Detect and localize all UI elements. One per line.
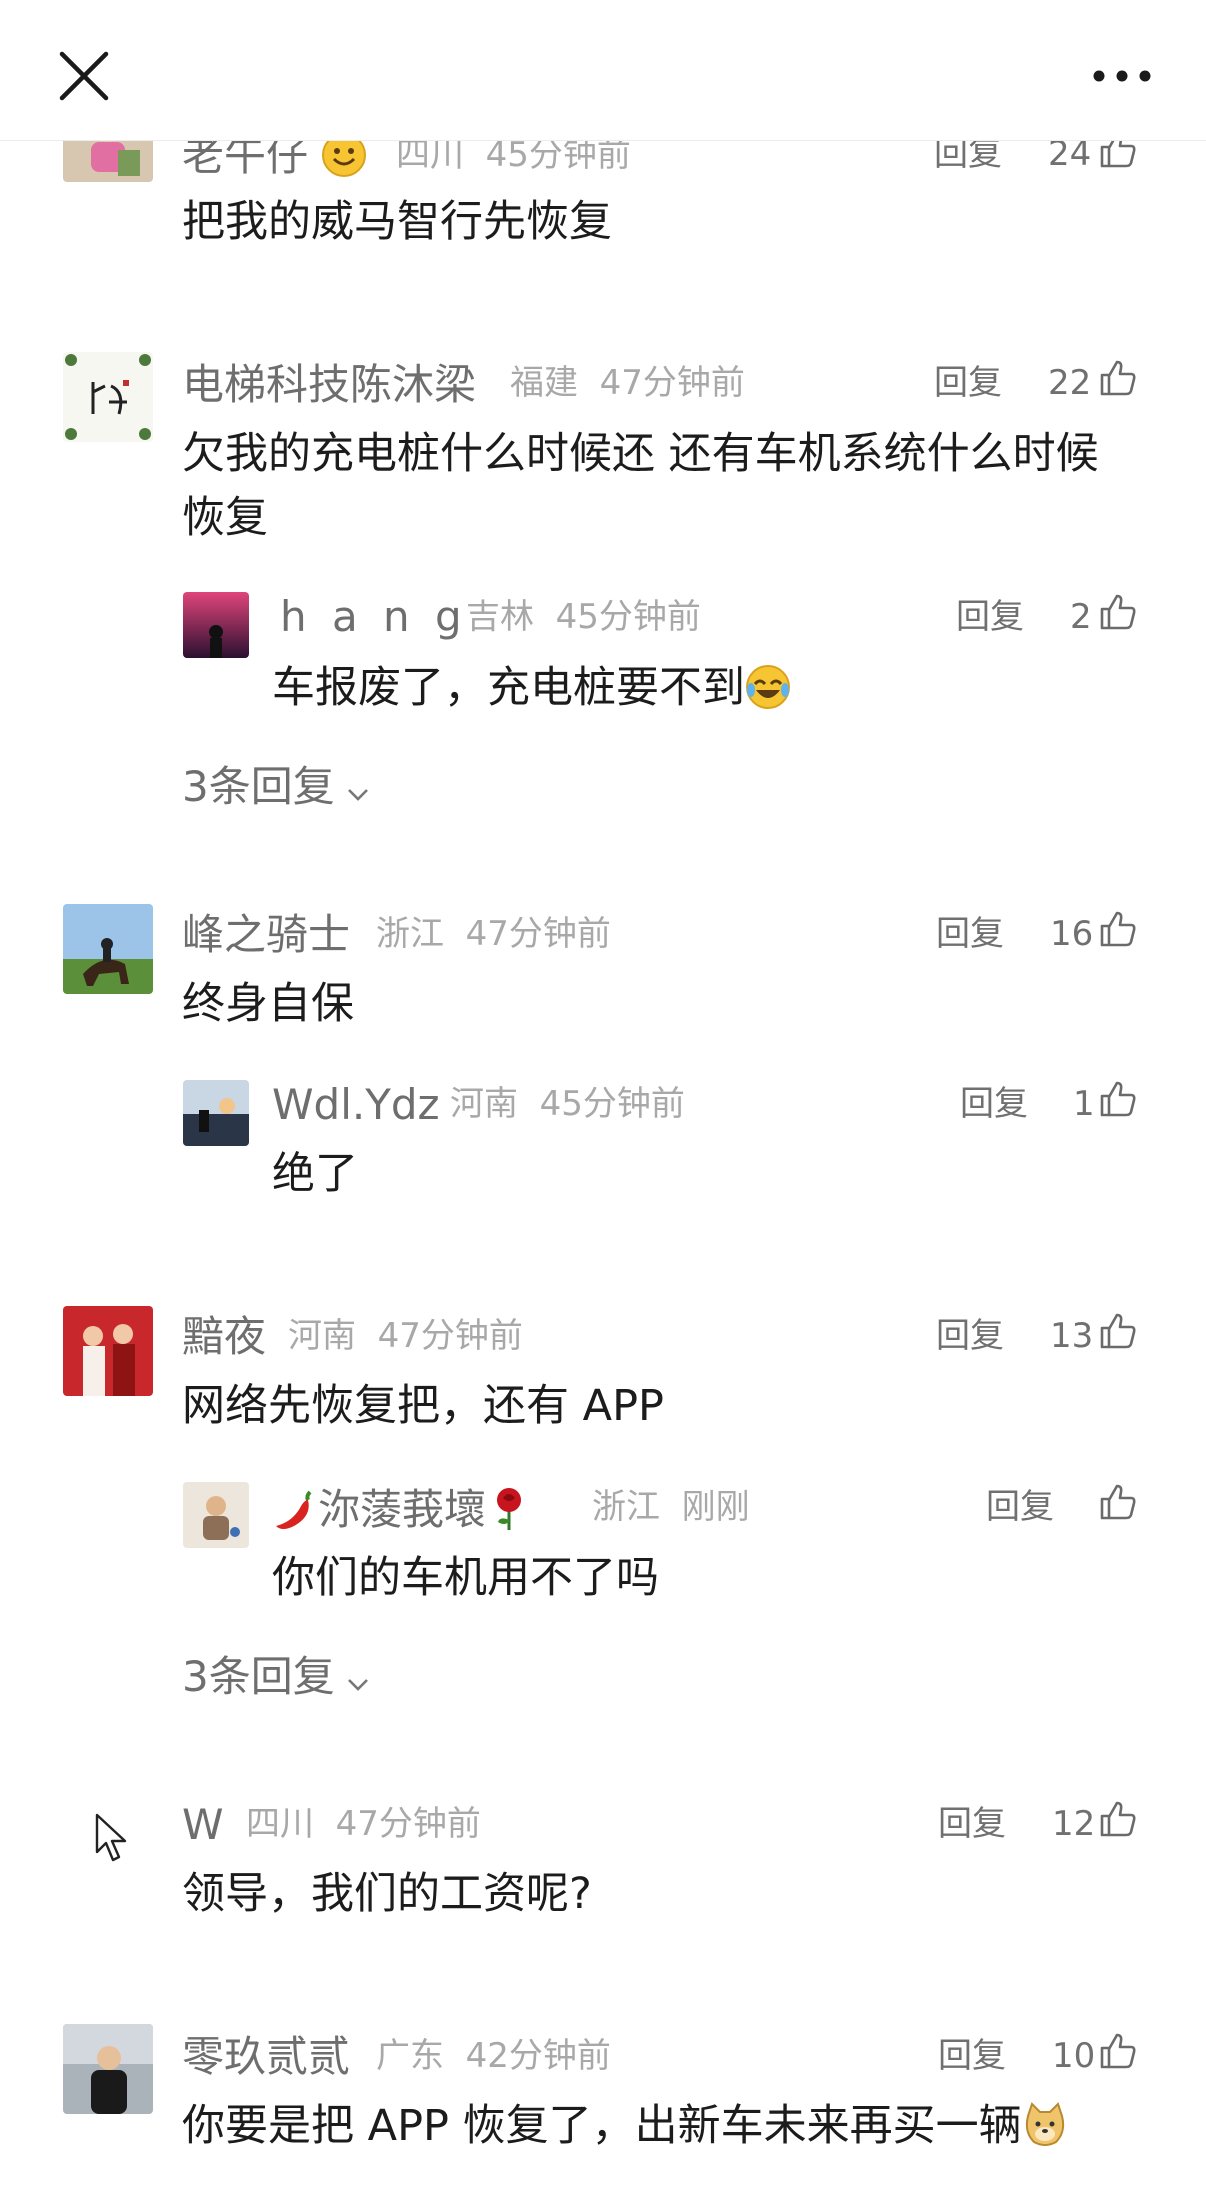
comment-meta: 河南 47分钟前 (288, 1319, 523, 1353)
expand-replies-button[interactable]: 3条回复 (182, 1656, 371, 1701)
like-count: 1 (1073, 1084, 1095, 1124)
comment-text: 你们的车机用不了吗 (272, 1553, 659, 1603)
comment-feed[interactable]: 老午仔 四川 45分钟前 回复 24 把我的威马智行先恢复 电梯科技陈沐梁 福建… (0, 0, 1206, 2193)
top-bar (0, 0, 1206, 141)
thumbs-up-icon[interactable] (1098, 1482, 1138, 1522)
region: 河南 (288, 1316, 356, 1356)
commenter-name[interactable]: 电梯科技陈沐梁 (182, 364, 476, 406)
comment-meta: 福建 47分钟前 (510, 366, 745, 400)
thumbs-up-icon[interactable] (1098, 358, 1138, 398)
avatar[interactable] (63, 2024, 153, 2114)
like-count: 22 (1048, 363, 1092, 403)
timestamp: 47分钟前 (599, 363, 745, 403)
like-count: 12 (1052, 1804, 1096, 1844)
reply-button[interactable]: 回复 (938, 2039, 1006, 2073)
avatar[interactable] (63, 904, 153, 994)
thumbs-up-icon[interactable] (1098, 1311, 1138, 1351)
commenter-name[interactable]: h a n g (280, 596, 468, 638)
timestamp: 47分钟前 (465, 914, 611, 954)
close-icon[interactable] (56, 48, 112, 104)
comment-text: 终身自保 (182, 979, 354, 1029)
timestamp: 47分钟前 (377, 1316, 523, 1356)
region: 浙江 (376, 914, 444, 954)
timestamp: 刚刚 (681, 1487, 750, 1527)
comment-meta: 河南 45分钟前 (450, 1087, 685, 1121)
like-count: 24 (1048, 134, 1092, 174)
comment-text: 把我的威马智行先恢复 (182, 197, 612, 247)
comment-meta: 四川 45分钟前 (396, 138, 631, 172)
region: 福建 (510, 363, 578, 403)
chevron-down-icon[interactable] (345, 1659, 371, 1701)
like-count: 13 (1050, 1316, 1094, 1356)
like-count: 16 (1050, 914, 1094, 954)
timestamp: 45分钟前 (539, 1084, 685, 1124)
timestamp: 47分钟前 (335, 1804, 481, 1844)
region: 四川 (396, 135, 464, 175)
region: 浙江 (592, 1487, 660, 1527)
reply-button[interactable]: 回复 (934, 137, 1002, 171)
commenter-name[interactable]: 黯夜 (182, 1316, 266, 1358)
thumbs-up-icon[interactable] (1098, 2031, 1138, 2071)
expand-replies-label[interactable]: 3条回复 (182, 762, 335, 811)
comment-text: 你要是把 APP 恢复了，出新车未来再买一辆 (182, 2094, 1068, 2158)
comment-meta: 四川 47分钟前 (246, 1807, 481, 1841)
rose-emoji-icon (486, 1486, 532, 1532)
comment-text-line: 欠我的充电桩什么时候还 还有车机系统什么时候 (182, 429, 1099, 479)
comment-meta: 浙江 刚刚 (592, 1490, 750, 1524)
mouse-pointer-icon (95, 1813, 127, 1862)
comment-text: 车报废了，充电桩要不到 (272, 656, 791, 720)
timestamp: 42分钟前 (465, 2036, 611, 2076)
region: 广东 (376, 2036, 444, 2076)
doge-emoji-icon (1022, 2102, 1068, 2148)
more-dots-icon[interactable] (1090, 58, 1154, 94)
comment-meta: 广东 42分钟前 (376, 2039, 611, 2073)
thumbs-up-icon[interactable] (1098, 1079, 1138, 1119)
expand-replies-label[interactable]: 3条回复 (182, 1652, 335, 1701)
comment-text-content: 你要是把 APP 恢复了，出新车未来再买一辆 (182, 2101, 1022, 2151)
timestamp: 45分钟前 (485, 135, 631, 175)
region: 河南 (450, 1084, 518, 1124)
timestamp: 45分钟前 (555, 597, 701, 637)
chili-pepper-emoji-icon (272, 1486, 318, 1532)
comment-meta: 吉林 45分钟前 (466, 600, 701, 634)
reply-button[interactable]: 回复 (960, 1087, 1028, 1121)
comment-text: 领导，我们的工资呢? (182, 1869, 592, 1919)
comment-text-line: 恢复 (182, 493, 268, 543)
reply-button[interactable]: 回复 (986, 1490, 1054, 1524)
comment-text: 网络先恢复把，还有 APP (182, 1381, 664, 1431)
avatar[interactable] (183, 1080, 249, 1146)
commenter-name-text[interactable]: 沵蔆莪壞 (318, 1485, 486, 1534)
thumbs-up-icon[interactable] (1098, 592, 1138, 632)
avatar[interactable] (63, 352, 153, 442)
avatar[interactable] (183, 1482, 249, 1548)
chevron-down-icon[interactable] (345, 769, 371, 811)
reply-button[interactable]: 回复 (938, 1807, 1006, 1841)
reply-button[interactable]: 回复 (936, 917, 1004, 951)
commenter-name[interactable]: 零玖贰贰 (182, 2036, 350, 2078)
reply-button[interactable]: 回复 (956, 600, 1024, 634)
like-count: 10 (1052, 2036, 1096, 2076)
reply-button[interactable]: 回复 (936, 1319, 1004, 1353)
reply-button[interactable]: 回复 (934, 366, 1002, 400)
comment-text: 绝了 (272, 1149, 358, 1199)
comment-text-content: 车报废了，充电桩要不到 (272, 663, 745, 713)
region: 吉林 (466, 597, 534, 637)
commenter-name[interactable]: 沵蔆莪壞 (272, 1486, 532, 1532)
thumbs-up-icon[interactable] (1098, 909, 1138, 949)
tears-of-joy-emoji-icon (745, 664, 791, 710)
like-count: 2 (1070, 597, 1092, 637)
commenter-name[interactable]: Wdl.Ydz (272, 1084, 440, 1126)
expand-replies-button[interactable]: 3条回复 (182, 766, 371, 811)
region: 四川 (246, 1804, 314, 1844)
commenter-name[interactable]: 峰之骑士 (182, 914, 350, 956)
commenter-name[interactable]: W (182, 1804, 224, 1846)
comment-meta: 浙江 47分钟前 (376, 917, 611, 951)
avatar[interactable] (183, 592, 249, 658)
thumbs-up-icon[interactable] (1098, 1799, 1138, 1839)
avatar[interactable] (63, 1306, 153, 1396)
